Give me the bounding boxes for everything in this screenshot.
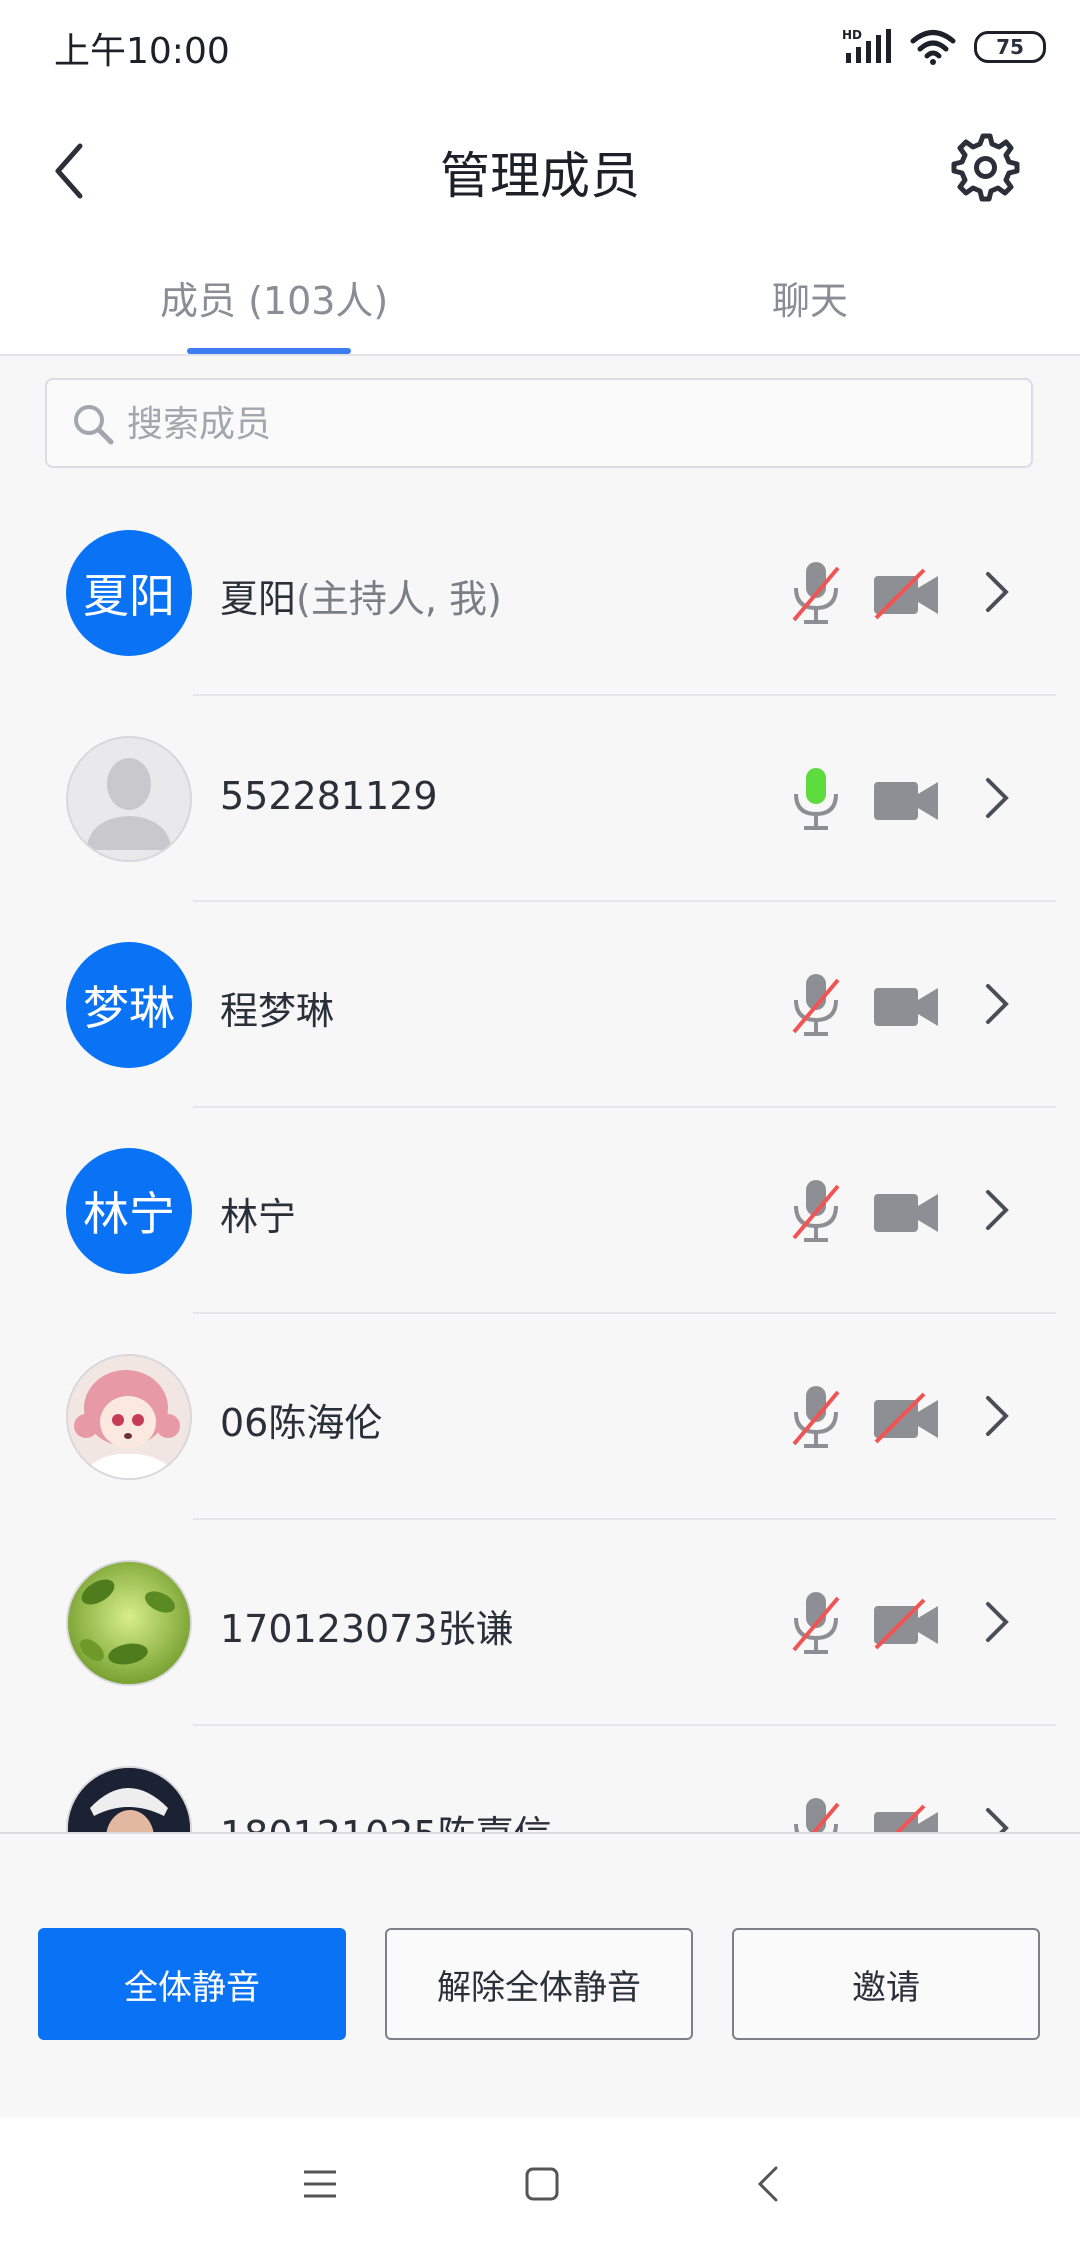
- tab-bar: 成员 (103人) 聊天: [0, 236, 1080, 356]
- mic-muted-icon[interactable]: [788, 1794, 844, 1832]
- member-list[interactable]: 夏阳 夏阳(主持人, 我) 552281129 梦琳 程梦琳 林宁 林宁 06陈…: [0, 490, 1080, 1832]
- signal-icon: HD: [842, 28, 891, 63]
- chevron-right-icon[interactable]: [982, 566, 1012, 618]
- chevron-right-icon[interactable]: [982, 1390, 1012, 1442]
- mic-muted-icon[interactable]: [788, 1382, 844, 1452]
- status-icons: HD 75: [842, 22, 1046, 72]
- member-name-text: 180121025陈嘉信: [220, 1813, 552, 1832]
- camera-on-icon[interactable]: [872, 980, 940, 1032]
- camera-off-icon[interactable]: [872, 1804, 940, 1832]
- default-avatar-icon: [66, 736, 192, 862]
- search-icon: [74, 405, 114, 445]
- member-name-text: 程梦琳: [220, 989, 335, 1033]
- leaves-avatar-icon: [68, 1562, 190, 1684]
- battery-level: 75: [996, 35, 1024, 59]
- network-label: HD: [842, 28, 862, 42]
- avatar-photo: [66, 1354, 192, 1480]
- avatar: 梦琳: [66, 942, 192, 1068]
- member-row[interactable]: 06陈海伦: [0, 1314, 1080, 1520]
- avatar-initials: 梦琳: [83, 981, 175, 1035]
- unmute-all-button[interactable]: 解除全体静音: [385, 1928, 693, 2040]
- anime-girl-avatar-icon: [68, 1356, 190, 1478]
- camera-on-icon[interactable]: [872, 1186, 940, 1238]
- avatar-photo: [66, 1560, 192, 1686]
- member-row[interactable]: 170123073张谦: [0, 1520, 1080, 1726]
- camera-off-icon[interactable]: [872, 1598, 940, 1650]
- back-icon[interactable]: [746, 2160, 794, 2208]
- member-name-text: 170123073张谦: [220, 1607, 514, 1651]
- member-name: 林宁: [220, 1186, 296, 1241]
- home-icon[interactable]: [518, 2160, 566, 2208]
- mic-muted-icon[interactable]: [788, 558, 844, 628]
- gear-icon[interactable]: [950, 132, 1020, 202]
- avatar-photo: [66, 1766, 192, 1832]
- chevron-right-icon[interactable]: [982, 978, 1012, 1030]
- member-name-text: 夏阳: [220, 577, 297, 621]
- chevron-right-icon[interactable]: [982, 772, 1012, 824]
- mic-active-icon[interactable]: [788, 764, 844, 834]
- member-name: 180121025陈嘉信: [220, 1804, 552, 1832]
- member-name: 552281129: [220, 774, 438, 818]
- chevron-right-icon[interactable]: [982, 1802, 1012, 1832]
- member-role-note: (主持人, 我): [296, 577, 502, 621]
- action-bar: 全体静音 解除全体静音 邀请: [0, 1832, 1080, 2120]
- menu-icon[interactable]: [296, 2160, 344, 2208]
- tab-chat[interactable]: 聊天: [772, 270, 848, 325]
- camera-off-icon[interactable]: [872, 568, 940, 620]
- member-name-text: 林宁: [220, 1195, 297, 1239]
- active-tab-indicator: [187, 348, 351, 354]
- page-title: 管理成员: [440, 147, 640, 205]
- avatar-initials: 夏阳: [83, 569, 175, 623]
- person-photo-avatar-icon: [68, 1768, 190, 1832]
- member-row[interactable]: 夏阳 夏阳(主持人, 我): [0, 490, 1080, 696]
- mic-muted-icon[interactable]: [788, 1588, 844, 1658]
- member-name: 06陈海伦: [220, 1392, 382, 1447]
- app-header: 管理成员: [0, 96, 1080, 236]
- tab-members[interactable]: 成员 (103人): [160, 270, 388, 325]
- member-row[interactable]: 梦琳 程梦琳: [0, 902, 1080, 1108]
- member-row[interactable]: 552281129: [0, 696, 1080, 902]
- mic-muted-icon[interactable]: [788, 1176, 844, 1246]
- chevron-right-icon[interactable]: [982, 1596, 1012, 1648]
- camera-on-icon[interactable]: [872, 774, 940, 826]
- wifi-icon: [910, 30, 956, 65]
- search-input[interactable]: [125, 380, 1009, 468]
- avatar: 林宁: [66, 1148, 192, 1274]
- member-name: 程梦琳: [220, 980, 334, 1035]
- avatar-initials: 林宁: [83, 1187, 175, 1241]
- status-bar: 上午10:00 HD 75: [0, 0, 1080, 96]
- system-nav-bar: [0, 2118, 1080, 2248]
- member-name: 170123073张谦: [220, 1598, 514, 1653]
- camera-off-icon[interactable]: [872, 1392, 940, 1444]
- member-name: 夏阳(主持人, 我): [220, 568, 502, 623]
- search-box[interactable]: [45, 378, 1033, 468]
- member-name-text: 06陈海伦: [220, 1401, 383, 1445]
- mute-all-button[interactable]: 全体静音: [38, 1928, 346, 2040]
- person-silhouette-icon: [86, 758, 172, 850]
- avatar: 夏阳: [66, 530, 192, 656]
- member-name-text: 552281129: [220, 774, 438, 818]
- status-time: 上午10:00: [54, 31, 230, 72]
- member-row[interactable]: 林宁 林宁: [0, 1108, 1080, 1314]
- chevron-right-icon[interactable]: [982, 1184, 1012, 1236]
- member-row[interactable]: 180121025陈嘉信: [0, 1726, 1080, 1832]
- invite-button[interactable]: 邀请: [732, 1928, 1040, 2040]
- battery-icon: 75: [974, 31, 1046, 63]
- mic-muted-icon[interactable]: [788, 970, 844, 1040]
